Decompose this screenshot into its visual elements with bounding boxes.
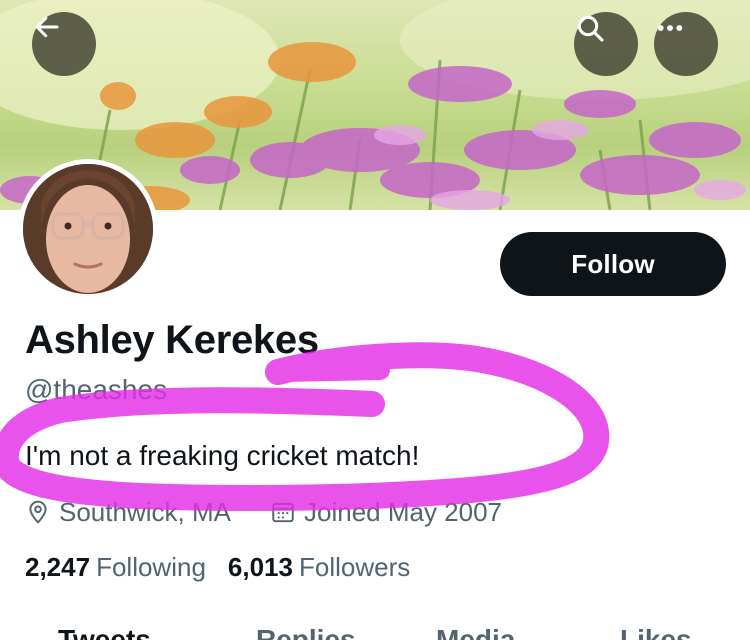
tab-replies[interactable]: Replies — [256, 624, 356, 640]
tab-likes[interactable]: Likes — [620, 624, 692, 640]
avatar-photo — [23, 164, 153, 294]
profile-tabs: Tweets Replies Media Likes — [0, 624, 750, 640]
profile-name: Ashley Kerekes — [25, 318, 319, 362]
back-button[interactable] — [32, 12, 96, 76]
search-button[interactable] — [574, 12, 638, 76]
profile-joined: Joined May 2007 — [270, 496, 502, 528]
following-count: 2,247 — [25, 552, 91, 582]
followers-link[interactable]: 6,013 Followers — [228, 552, 410, 583]
avatar[interactable] — [18, 159, 158, 299]
profile-bio: I'm not a freaking cricket match! — [25, 440, 420, 471]
followers-count: 6,013 — [227, 552, 293, 582]
calendar-icon — [272, 502, 294, 523]
profile-location: Southwick, MA — [25, 496, 231, 528]
followers-label: Followers — [298, 552, 411, 582]
more-horizontal-icon — [657, 25, 683, 31]
search-icon — [577, 15, 604, 42]
profile-handle: @theashes — [25, 374, 168, 405]
arrow-left-icon — [35, 16, 59, 38]
avatar-face-image — [23, 164, 153, 294]
follow-button[interactable]: Follow — [500, 232, 726, 296]
following-label: Following — [96, 552, 206, 582]
tab-media[interactable]: Media — [436, 624, 515, 640]
profile-stats: 2,247 Following 6,013 Followers — [25, 552, 432, 583]
location-text: Southwick, MA — [59, 496, 231, 527]
joined-text: Joined May 2007 — [304, 496, 503, 527]
more-button[interactable] — [654, 12, 718, 76]
following-link[interactable]: 2,247 Following — [25, 552, 206, 583]
location-pin-icon — [29, 500, 47, 524]
tab-tweets[interactable]: Tweets — [58, 624, 151, 640]
